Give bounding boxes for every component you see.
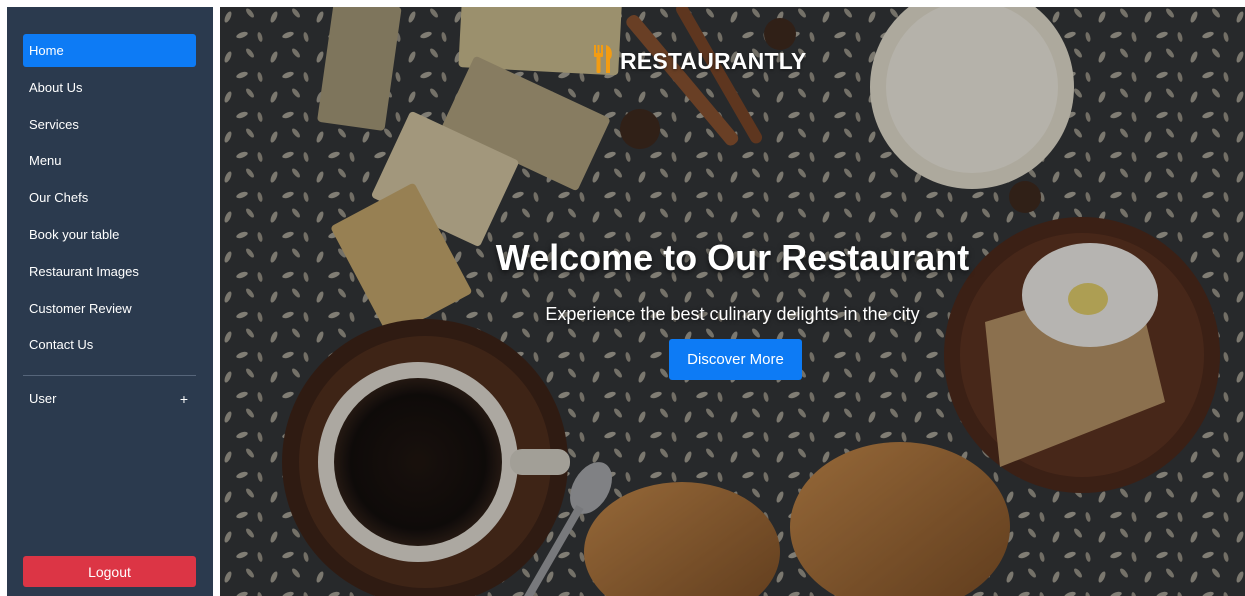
sidebar-nav: Home About Us Services Menu Our Chefs Bo… [23,34,196,365]
sidebar-divider [23,375,196,376]
utensils-icon [592,44,614,78]
sidebar-item-book-table[interactable]: Book your table [23,218,196,251]
brand-logo[interactable]: RESTAURANTLY [592,44,807,78]
sidebar-item-menu[interactable]: Menu [23,144,196,177]
sidebar-item-home[interactable]: Home [23,34,196,67]
sidebar: Home About Us Services Menu Our Chefs Bo… [7,7,213,596]
sidebar-item-services[interactable]: Services [23,108,196,141]
hero-overlay [220,7,1245,596]
discover-more-button[interactable]: Discover More [669,339,802,380]
plus-icon[interactable]: + [180,384,188,414]
sidebar-item-our-chefs[interactable]: Our Chefs [23,181,196,214]
hero-section: RESTAURANTLY Welcome to Our Restaurant E… [220,7,1245,596]
brand-name: RESTAURANTLY [620,47,807,74]
sidebar-item-restaurant-images[interactable]: Restaurant Images [23,255,196,288]
logout-button[interactable]: Logout [23,556,196,587]
sidebar-user-toggle[interactable]: User + [23,384,196,414]
sidebar-item-contact-us[interactable]: Contact Us [23,328,196,361]
sidebar-item-about-us[interactable]: About Us [23,71,196,104]
sidebar-item-customer-review[interactable]: Customer Review [23,292,196,325]
sidebar-user-label: User [29,391,57,406]
hero-title: Welcome to Our Restaurant [495,237,970,278]
hero-subtitle: Experience the best culinary delights in… [545,304,920,324]
